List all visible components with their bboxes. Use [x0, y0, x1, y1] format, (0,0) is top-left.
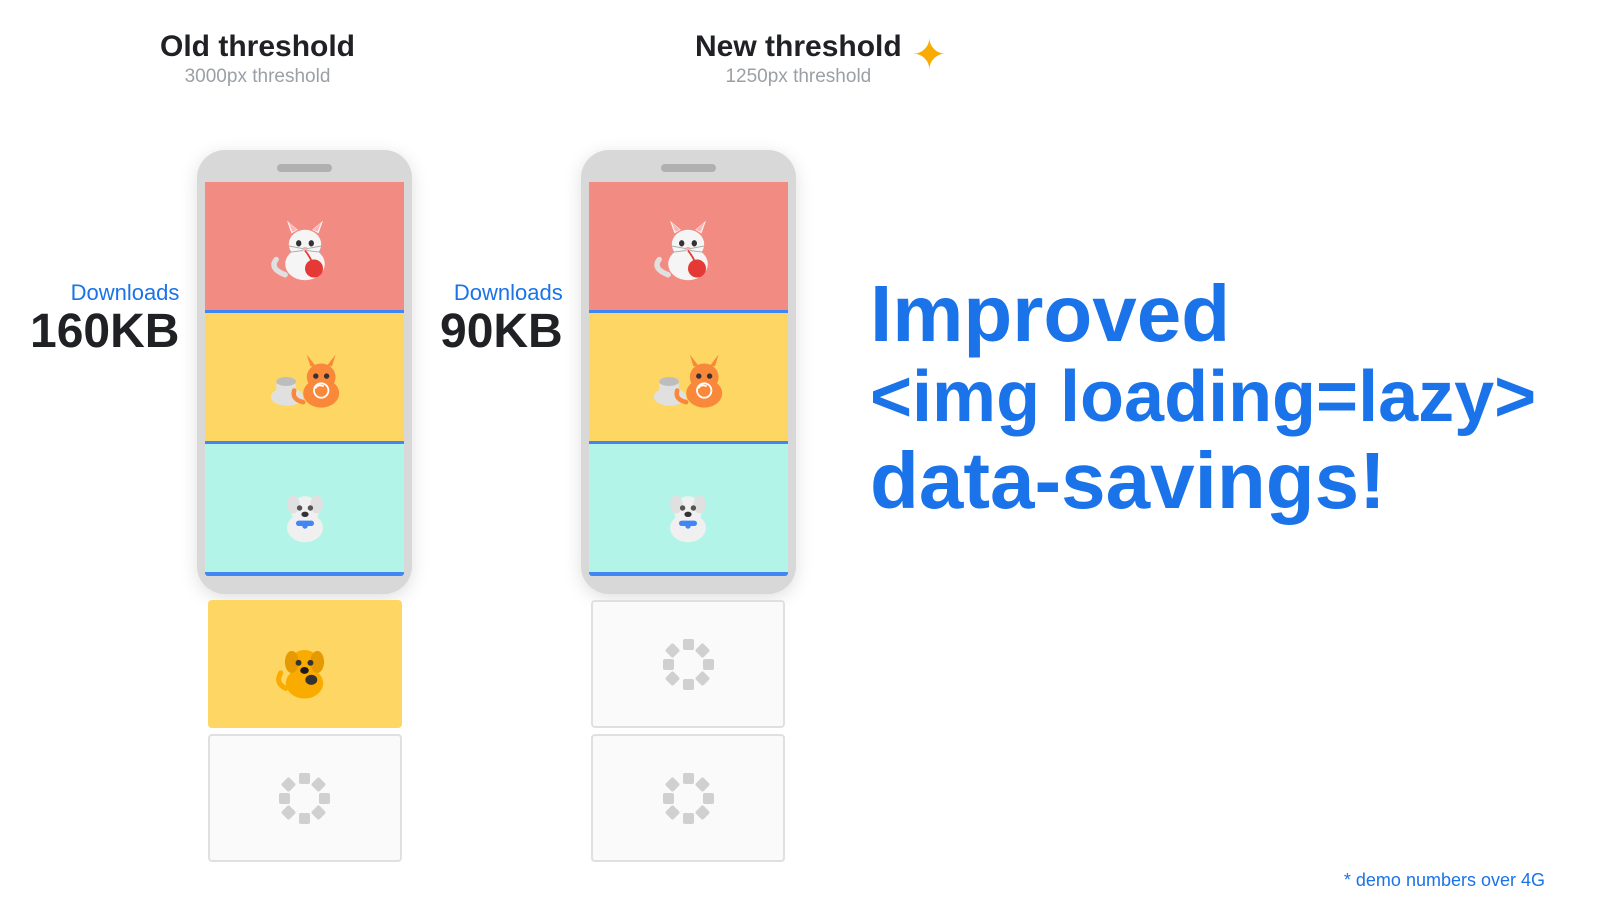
- left-phone: [197, 150, 412, 594]
- right-phone-img-1: [589, 182, 788, 310]
- left-downloads-text: Downloads: [71, 280, 180, 306]
- improved-line2: <img loading=lazy>: [870, 358, 1560, 437]
- right-phone-img-2: [589, 313, 788, 441]
- new-threshold-header: New threshold 1250px threshold ✦: [695, 30, 947, 88]
- left-below-img-1: [208, 600, 402, 728]
- improved-line1: Improved: [870, 270, 1560, 358]
- right-downloads-label: Downloads 90KB: [440, 280, 563, 359]
- right-phone-notch: [661, 164, 716, 172]
- right-loading-slot-2: [591, 734, 785, 862]
- new-threshold-subtitle: 1250px threshold: [695, 66, 902, 88]
- spinner-icon: [277, 771, 332, 826]
- old-threshold-header: Old threshold 3000px threshold: [160, 30, 355, 88]
- right-phone-section: Downloads 90KB: [440, 150, 796, 862]
- left-downloads-size: 160KB: [30, 306, 179, 359]
- footer-note: * demo numbers over 4G: [1344, 870, 1545, 891]
- right-downloads-size: 90KB: [440, 306, 563, 359]
- right-phone-img-3: [589, 444, 788, 572]
- old-threshold-title: Old threshold: [160, 30, 355, 64]
- phone-img-1: [205, 182, 404, 310]
- right-phone: [581, 150, 796, 594]
- sparkle-icon: ✦: [912, 30, 947, 79]
- phone-notch: [277, 164, 332, 172]
- dog-icon: [260, 463, 350, 553]
- left-phone-section: Downloads 160KB: [30, 150, 412, 862]
- right-downloads-text: Downloads: [454, 280, 563, 306]
- spinner-icon-3: [661, 771, 716, 826]
- right-phone-and-below: [581, 150, 796, 862]
- orange-cat-icon: [260, 332, 350, 422]
- old-threshold-subtitle: 3000px threshold: [160, 66, 355, 88]
- left-loading-slot: [208, 734, 402, 862]
- left-phone-and-below: [197, 150, 412, 862]
- new-threshold-title: New threshold: [695, 30, 902, 64]
- phone-img-3: [205, 444, 404, 572]
- yellow-dog-icon: [262, 622, 347, 707]
- improved-line3: data-savings!: [870, 437, 1560, 525]
- message-section: Improved <img loading=lazy> data-savings…: [870, 270, 1560, 525]
- spinner-icon-2: [661, 637, 716, 692]
- cat-icon: [260, 201, 350, 291]
- left-downloads-label: Downloads 160KB: [30, 280, 179, 359]
- phone-img-2: [205, 313, 404, 441]
- right-loading-slot-1: [591, 600, 785, 728]
